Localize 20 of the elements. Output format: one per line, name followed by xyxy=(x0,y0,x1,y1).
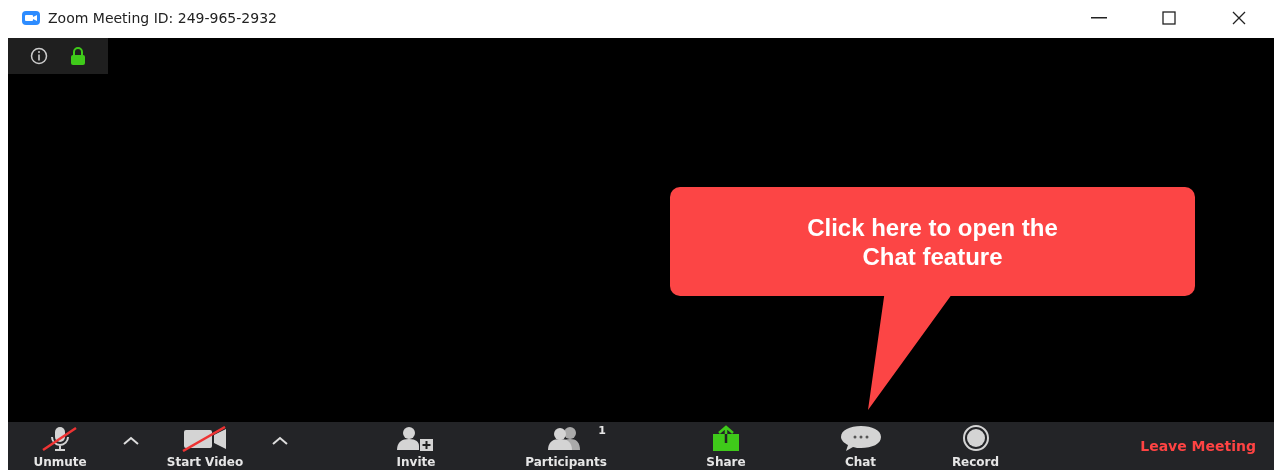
padlock-icon[interactable] xyxy=(70,47,86,65)
share-button[interactable]: Share xyxy=(676,422,776,470)
participants-button[interactable]: Participants 1 xyxy=(506,422,626,470)
start-video-button[interactable]: Start Video xyxy=(150,422,260,470)
info-icon[interactable] xyxy=(30,47,48,65)
leave-meeting-button[interactable]: Leave Meeting xyxy=(1134,437,1262,455)
callout-text: Click here to open the Chat feature xyxy=(806,212,1059,271)
participant-count: 1 xyxy=(598,424,606,437)
chat-button[interactable]: Chat xyxy=(808,422,913,470)
caret-icon[interactable] xyxy=(123,435,139,445)
minimize-icon[interactable] xyxy=(1091,17,1107,19)
chat-bubble-icon xyxy=(838,424,883,452)
close-icon[interactable] xyxy=(1231,10,1247,26)
unmute-button[interactable]: Unmute xyxy=(8,422,112,470)
record-button[interactable]: Record xyxy=(923,422,1028,470)
window-title: Zoom Meeting ID: 249-965-2932 xyxy=(48,10,278,26)
caret-icon[interactable] xyxy=(272,435,288,445)
invite-button[interactable]: Invite xyxy=(366,422,466,470)
maximize-icon[interactable] xyxy=(1162,11,1176,25)
video-camera-logo-icon xyxy=(22,11,40,25)
